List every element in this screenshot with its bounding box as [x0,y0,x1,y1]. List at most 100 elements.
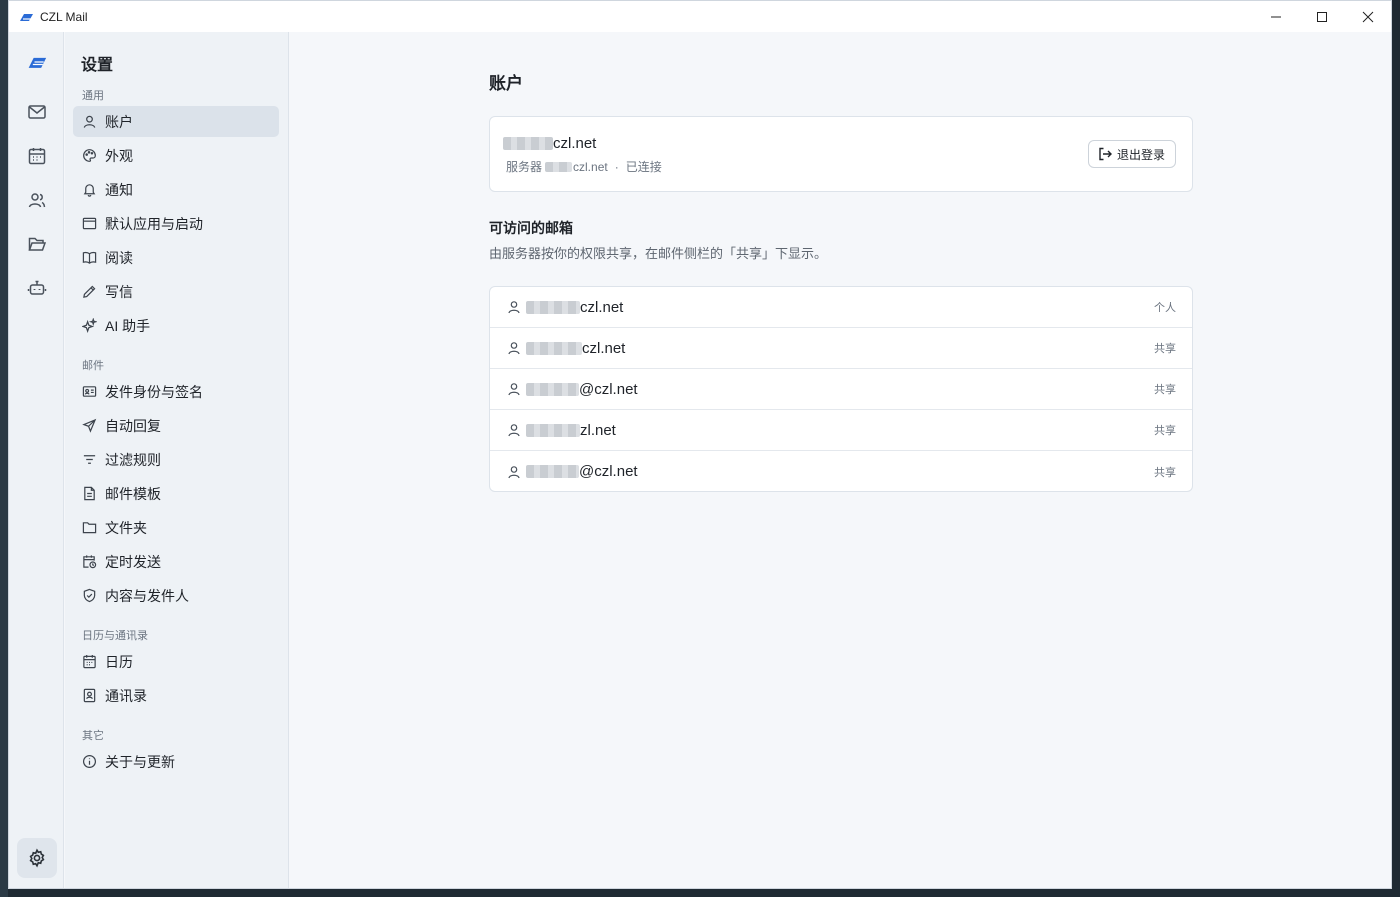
nav-item-label: 日历 [105,653,133,670]
rail-logo[interactable] [23,48,51,76]
book-icon [82,251,97,264]
user-icon [83,115,96,128]
mailbox-row[interactable]: czl.net 个人 [490,287,1192,328]
nav-item-ai-assistant[interactable]: AI 助手 [73,310,279,341]
mailbox-row[interactable]: zl.net 共享 [490,410,1192,451]
folder-open-icon [28,237,47,251]
nav-item-auto-reply[interactable]: 自动回复 [73,410,279,441]
nav-section-other: 其它 [82,730,104,742]
mailbox-address: czl.net [526,340,625,357]
nav-item-templates[interactable]: 邮件模板 [73,478,279,509]
mailbox-domain: @czl.net [579,380,638,398]
nav-item-label: 关于与更新 [105,753,175,770]
account-server-status: 服务器 czl.net · 已连接 [506,158,662,175]
window-icon [82,217,97,230]
nav-item-label: 默认应用与启动 [105,215,203,232]
nav-item-label: 内容与发件人 [105,587,189,604]
separator-dot: · [614,159,619,174]
nav-item-label: 自动回复 [105,417,161,434]
settings-title: 设置 [81,57,114,74]
window-title: CZL Mail [40,9,88,24]
nav-item-notifications[interactable]: 通知 [73,174,279,205]
mailbox-tag: 共享 [1154,384,1176,396]
logout-icon [1099,147,1112,161]
rail-ai[interactable] [23,274,51,302]
mailbox-tag: 共享 [1154,466,1176,479]
mailbox-row[interactable]: @czl.net 共享 [490,369,1192,410]
nav-item-label: 账户 [105,113,133,130]
main-content: 账户 czl.net 服务器 czl.net · 已连接 退出登录 可访问的邮箱… [290,32,1391,888]
mail-icon [28,105,46,119]
nav-section-mail: 邮件 [82,360,104,372]
mailbox-address: @czl.net [526,381,638,398]
mailbox-address: czl.net [526,299,623,316]
server-domain: czl.net [573,159,608,174]
nav-item-label: 文件夹 [105,519,147,536]
nav-item-label: 写信 [105,283,133,300]
nav-item-compose[interactable]: 写信 [73,276,279,307]
nav-item-label: 邮件模板 [105,485,161,502]
mailbox-tag: 个人 [1154,302,1176,314]
sparkles-icon [82,318,97,333]
calendar-icon [83,654,96,669]
user-icon [508,301,520,314]
mailbox-row[interactable]: @czl.net 共享 [490,451,1192,491]
nav-item-content-senders[interactable]: 内容与发件人 [73,580,279,611]
nav-section-calendar-contacts: 日历与通讯录 [82,630,148,642]
nav-item-identities[interactable]: 发件身份与签名 [73,376,279,407]
calendar-icon [28,148,46,165]
redacted-server-host [545,161,573,172]
logout-label: 退出登录 [1116,147,1165,162]
nav-item-default-apps[interactable]: 默认应用与启动 [73,208,279,239]
nav-item-appearance[interactable]: 外观 [73,140,279,171]
account-email-domain: czl.net [553,135,597,152]
desktop-backdrop [0,0,8,897]
mailbox-domain: zl.net [580,421,616,439]
mailbox-tag: 共享 [1154,343,1176,355]
rail-files[interactable] [23,230,51,258]
mailbox-row[interactable]: czl.net 共享 [490,328,1192,369]
mailboxes-title: 可访问的邮箱 [489,220,573,236]
nav-item-reading[interactable]: 阅读 [73,242,279,273]
connection-status: 已连接 [625,160,662,174]
nav-item-label: 发件身份与签名 [105,383,203,400]
app-rail [9,32,64,888]
folder-icon [82,522,97,534]
rail-calendar[interactable] [23,142,51,170]
page-title: 账户 [489,74,523,93]
nav-item-about[interactable]: 关于与更新 [73,746,279,777]
nav-item-label: 过滤规则 [105,451,161,468]
close-window-button[interactable] [1345,1,1391,32]
nav-item-label: AI 助手 [105,317,151,334]
nav-item-filters[interactable]: 过滤规则 [73,444,279,475]
redacted-local-part [526,341,582,355]
minimize-button[interactable] [1253,1,1299,32]
mailbox-domain: czl.net [580,298,624,316]
rail-contacts[interactable] [23,186,51,214]
logout-button[interactable]: 退出登录 [1087,140,1176,168]
mailbox-domain: @czl.net [579,463,638,480]
nav-item-scheduled-send[interactable]: 定时发送 [73,546,279,577]
minimize-icon [1271,16,1281,17]
rail-settings-button[interactable] [17,838,57,878]
maximize-button[interactable] [1299,1,1345,32]
palette-icon [83,149,96,162]
mailbox-address: zl.net [526,422,616,439]
nav-item-contacts[interactable]: 通讯录 [73,680,279,711]
app-logo-icon [20,13,33,21]
document-icon [84,486,95,501]
rail-mail[interactable] [23,98,51,126]
server-label: 服务器 [506,160,543,174]
redacted-local-part [526,423,580,437]
pen-icon [83,285,96,298]
redacted-local-part [503,137,553,150]
nav-item-account[interactable]: 账户 [73,106,279,137]
redacted-local-part [526,300,580,314]
gear-icon [29,848,45,868]
account-card: czl.net 服务器 czl.net · 已连接 退出登录 [489,116,1193,192]
nav-item-folders[interactable]: 文件夹 [73,512,279,543]
nav-item-label: 定时发送 [105,553,161,570]
nav-item-calendar[interactable]: 日历 [73,646,279,677]
redacted-local-part [526,465,579,478]
nav-item-label: 通知 [105,181,133,198]
